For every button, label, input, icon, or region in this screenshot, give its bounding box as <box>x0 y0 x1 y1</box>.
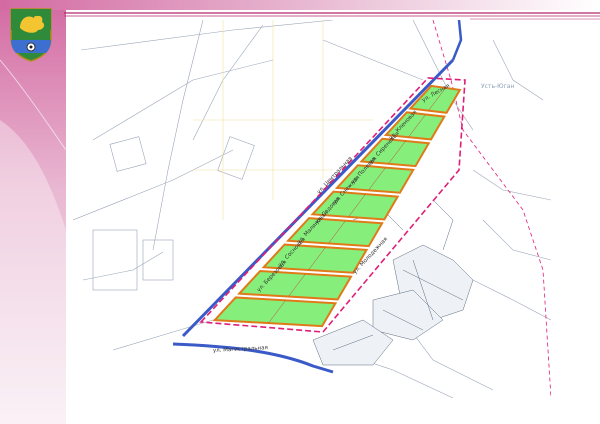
plot-block <box>237 269 353 301</box>
settlement-plan-map[interactable]: ул. Центральная ул. Кленовая ул. Сиренев… <box>73 20 551 398</box>
slide: ул. Центральная ул. Кленовая ул. Сиренев… <box>0 0 600 424</box>
decor-top-band <box>0 0 600 20</box>
coat-of-arms-icon <box>10 8 52 62</box>
decor-left-band <box>0 0 66 424</box>
place-label-ust-yugan: Усть-Юган <box>481 83 514 90</box>
plot-block <box>212 296 338 328</box>
